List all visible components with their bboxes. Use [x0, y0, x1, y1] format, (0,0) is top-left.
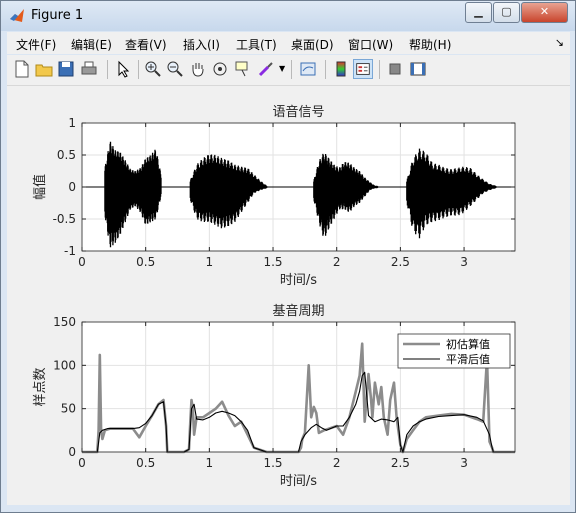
- zoom-out-icon[interactable]: [165, 59, 185, 79]
- brush-icon[interactable]: [256, 59, 276, 79]
- legend-label: 初估算值: [446, 337, 490, 351]
- y-tick-label: -1: [64, 244, 76, 258]
- colorbar-icon[interactable]: [331, 59, 351, 79]
- menu-bar: 文件(F) 编辑(E) 查看(V) 插入(I) 工具(T) 桌面(D) 窗口(W…: [7, 32, 570, 54]
- toolbar-separator: [291, 60, 292, 79]
- maximize-icon: ▢: [501, 5, 512, 18]
- new-figure-icon[interactable]: [12, 59, 32, 79]
- dock-arrow-icon[interactable]: ↘: [555, 36, 564, 49]
- toolbar-separator: [107, 60, 108, 79]
- figure-plot-area[interactable]: 0 0.5 1 1.5 2 2.5 3 -1 -0.5 0 0.5 1 语音信号时间/s 幅值初估算值平滑…: [7, 86, 570, 505]
- close-icon: ✕: [539, 5, 550, 18]
- x-tick-label: 0: [78, 255, 86, 269]
- y-tick-label: 100: [53, 358, 76, 372]
- x-axis-label: 时间/s: [280, 474, 317, 489]
- y-axis-label: 样点数: [33, 367, 48, 406]
- y-tick-label: 0: [68, 445, 76, 459]
- save-icon[interactable]: [56, 59, 76, 79]
- y-tick-label: 50: [61, 402, 76, 416]
- y-axis-label: 幅值: [32, 174, 48, 200]
- show-plot-tools-icon[interactable]: [408, 59, 428, 79]
- x-tick-label: 2.5: [391, 456, 410, 470]
- x-tick-label: 1: [206, 456, 214, 470]
- brush-dropdown-icon[interactable]: ▼: [279, 64, 285, 73]
- window-title: Figure 1: [31, 8, 84, 23]
- x-tick-label: 0.5: [136, 456, 155, 470]
- menu-desktop[interactable]: 桌面(D): [291, 36, 334, 53]
- minimize-icon: ▁: [474, 5, 483, 18]
- y-tick-label: -0.5: [53, 212, 76, 226]
- y-tick-label: 0: [68, 180, 76, 194]
- close-button[interactable]: ✕: [521, 2, 568, 23]
- legend-icon[interactable]: [353, 59, 373, 79]
- x-tick-label: 2: [333, 456, 341, 470]
- x-tick-label: 1.5: [263, 255, 282, 269]
- pointer-icon[interactable]: [113, 59, 133, 79]
- menu-view[interactable]: 查看(V): [125, 36, 167, 53]
- figure-canvas: 0 0.5 1 1.5 2 2.5 3 -1 -0.5 0 0.5 1 语音信号时间/s 幅值初估算值平滑…: [7, 86, 570, 505]
- x-tick-label: 2.5: [391, 255, 410, 269]
- x-axis-label: 时间/s: [280, 273, 317, 288]
- open-file-icon[interactable]: [34, 59, 54, 79]
- toolbar-separator: [325, 60, 326, 79]
- x-tick-label: 1.5: [263, 456, 282, 470]
- maximize-button[interactable]: ▢: [493, 2, 520, 23]
- menu-edit[interactable]: 编辑(E): [71, 36, 112, 53]
- x-tick-label: 0.5: [136, 255, 155, 269]
- minimize-button[interactable]: ▁: [465, 2, 492, 23]
- matlab-logo-icon: [10, 9, 24, 22]
- legend-label: 平滑后值: [446, 353, 490, 366]
- x-tick-label: 3: [460, 456, 468, 470]
- print-icon[interactable]: [79, 59, 99, 79]
- x-tick-label: 2: [333, 255, 341, 269]
- data-cursor-icon[interactable]: [233, 59, 253, 79]
- link-plot-icon[interactable]: [298, 59, 318, 79]
- y-tick-label: 1: [68, 116, 76, 130]
- chart-title: 语音信号: [272, 104, 324, 120]
- menu-file[interactable]: 文件(F): [16, 36, 56, 53]
- y-tick-label: 0.5: [57, 148, 76, 162]
- zoom-in-icon[interactable]: [143, 59, 163, 79]
- pan-icon[interactable]: [188, 59, 208, 79]
- rotate-icon[interactable]: [210, 59, 230, 79]
- x-tick-label: 3: [460, 255, 468, 269]
- x-tick-label: 1: [206, 255, 214, 269]
- menu-help[interactable]: 帮助(H): [409, 36, 451, 53]
- menu-tools[interactable]: 工具(T): [236, 36, 277, 53]
- figure-toolbar: ▼: [7, 55, 570, 86]
- x-tick-label: 0: [78, 456, 86, 470]
- figure-window: Figure 1 ▁ ▢ ✕ 文件(F) 编辑(E) 查看(V) 插入(I) 工…: [0, 0, 576, 513]
- toolbar-separator: [379, 60, 380, 79]
- hide-plot-tools-icon[interactable]: [385, 59, 405, 79]
- menu-window[interactable]: 窗口(W): [348, 36, 393, 53]
- menu-insert[interactable]: 插入(I): [183, 36, 220, 53]
- title-bar[interactable]: Figure 1 ▁ ▢ ✕: [1, 1, 575, 31]
- toolbar-separator: [138, 60, 139, 79]
- y-tick-label: 150: [53, 315, 76, 329]
- chart-title: 基音周期: [272, 303, 324, 319]
